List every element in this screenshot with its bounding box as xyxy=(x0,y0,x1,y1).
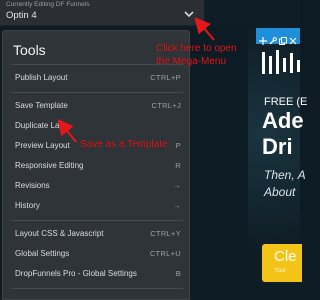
menu-item-label: Preview Layout xyxy=(15,141,70,150)
menu-item-label: Save Template xyxy=(15,101,68,110)
menu-item-shortcut: P xyxy=(175,141,181,150)
menu-item-label: Duplicate Layo xyxy=(15,121,68,130)
menu-item-layout-css-js[interactable]: Layout CSS & Javascript CTRL+Y xyxy=(3,227,189,243)
hero-subline-1: Then, A xyxy=(264,168,306,182)
menu-item-global-settings[interactable]: Global Settings CTRL+U xyxy=(3,247,189,263)
menu-item-label: Layout CSS & Javascript xyxy=(15,229,104,238)
menu-item-label: Revisions xyxy=(15,181,50,190)
menu-item-duplicate-layout[interactable]: Duplicate Layo xyxy=(3,119,189,135)
menu-item-history[interactable]: History → xyxy=(3,199,189,215)
element-toolbar[interactable] xyxy=(256,28,300,45)
menu-item-revisions[interactable]: Revisions → xyxy=(3,179,189,195)
menu-item-label: Publish Layout xyxy=(15,73,68,82)
menu-item-label: Responsive Editing xyxy=(15,161,84,170)
menu-item-shortcut: CTRL+U xyxy=(149,249,181,258)
menu-item-label: Global Settings xyxy=(15,249,70,258)
menu-item-shortcut: B xyxy=(175,269,181,278)
menu-item-label: History xyxy=(15,201,40,210)
cta-button[interactable]: Cle Your xyxy=(262,244,302,282)
hero-headline-1: Ade xyxy=(262,108,304,133)
annotation-mega-menu-1: Click here to open xyxy=(156,43,237,54)
menu-item-dropfunnels-global-settings[interactable]: DropFunnels Pro - Global Settings B xyxy=(3,267,189,283)
menu-divider xyxy=(11,288,183,289)
annotation-save-template: Save as a Template xyxy=(80,139,168,150)
annotation-mega-menu-2: the Mega-Menu xyxy=(156,56,227,67)
copy-icon[interactable] xyxy=(279,32,287,45)
menu-item-shortcut: CTRL+P xyxy=(150,73,181,82)
hero-subline-2: About xyxy=(264,185,296,199)
menu-item-publish-layout[interactable]: Publish Layout CTRL+P xyxy=(3,71,189,87)
chevron-right-icon: → xyxy=(173,201,181,210)
menu-item-save-template[interactable]: Save Template CTRL+J xyxy=(3,99,189,115)
wrench-icon[interactable] xyxy=(269,32,277,45)
funnel-caption: Currently Editing DF Funnels xyxy=(6,1,90,8)
hero-headline-2: Dri xyxy=(262,134,293,159)
move-icon[interactable] xyxy=(259,32,267,45)
tools-menu: Tools Publish Layout CTRL+P Save Templat… xyxy=(2,30,190,300)
chevron-down-icon[interactable] xyxy=(183,6,195,18)
menu-item-shortcut: R xyxy=(175,161,181,170)
cta-label: Cle xyxy=(274,248,297,265)
cta-sublabel: Your xyxy=(274,268,287,274)
menu-item-shortcut: CTRL+J xyxy=(151,101,181,110)
menu-title: Tools xyxy=(13,42,46,58)
menu-divider xyxy=(11,92,183,93)
funnel-name: Optin 4 xyxy=(6,10,37,21)
top-right-background xyxy=(204,0,300,26)
close-icon[interactable] xyxy=(289,32,297,45)
menu-item-label: DropFunnels Pro - Global Settings xyxy=(15,269,137,278)
menu-item-responsive-editing[interactable]: Responsive Editing R xyxy=(3,159,189,175)
chevron-right-icon: → xyxy=(173,181,181,190)
menu-divider xyxy=(11,220,183,221)
logo-icon xyxy=(262,50,302,76)
menu-item-shortcut: CTRL+Y xyxy=(150,229,181,238)
hero-eyebrow: FREE (E xyxy=(264,96,308,108)
